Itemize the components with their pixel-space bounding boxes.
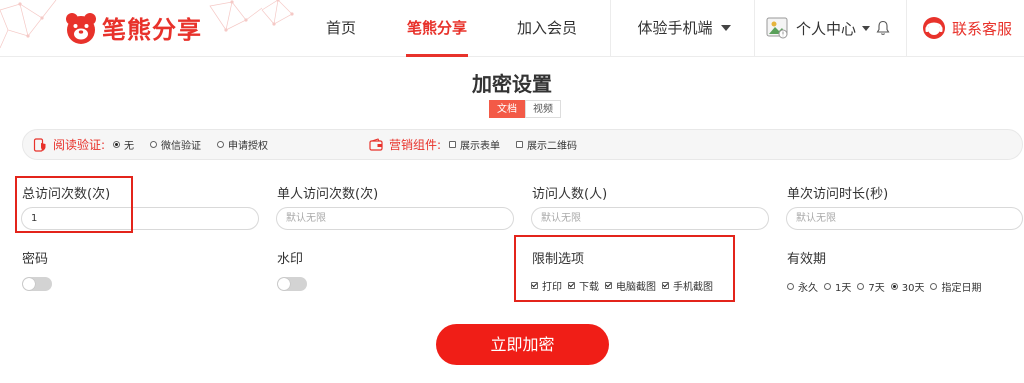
radio-button[interactable]	[930, 283, 938, 290]
verify-marketing-bar: 阅读验证: 无 微信验证 申请授权 营销组件: 展示表单 展示二维码	[22, 129, 1023, 160]
wallet-icon	[369, 137, 383, 151]
visitors-input[interactable]	[531, 207, 769, 230]
marketing-label: 营销组件:	[389, 138, 442, 152]
option-label: 微信验证	[161, 141, 202, 152]
password-toggle[interactable]	[22, 277, 52, 291]
option-label: 展示二维码	[527, 141, 578, 152]
password-label: 密码	[22, 252, 49, 267]
nav-mobile-label: 体验手机端	[637, 19, 713, 37]
visitors-label: 访问人数(人)	[532, 187, 608, 202]
site-logo[interactable]: 笔熊分享	[64, 10, 202, 45]
validity-7-days[interactable]: 7天	[857, 279, 885, 294]
duration-label: 单次访问时长(秒)	[787, 187, 889, 202]
headset-icon	[923, 17, 945, 39]
nav-home[interactable]: 首页	[318, 0, 364, 57]
single-visits-input[interactable]	[276, 207, 514, 230]
radio-button[interactable]	[824, 283, 831, 290]
chevron-down-icon	[862, 25, 871, 31]
single-visits-label: 单人访问次数(次)	[277, 187, 379, 202]
highlight-box	[514, 235, 735, 302]
watermark-toggle[interactable]	[277, 277, 307, 291]
validity-options: 永久 1天 7天 30天 指定日期	[787, 279, 987, 294]
bell-icon[interactable]	[876, 20, 890, 36]
verify-option-wechat[interactable]: 微信验证	[150, 137, 201, 152]
marketing-option-form[interactable]: 展示表单	[449, 137, 500, 152]
radio-button[interactable]	[150, 141, 158, 148]
radio-button[interactable]	[857, 283, 865, 290]
read-verify-group: 阅读验证: 无 微信验证 申请授权	[33, 130, 284, 159]
tab-document[interactable]: 文档	[489, 100, 525, 118]
contact-service-link[interactable]: 联系客服	[922, 14, 1012, 42]
validity-label: 有效期	[787, 252, 827, 267]
verify-option-none[interactable]: 无	[113, 137, 134, 152]
option-label: 7天	[868, 283, 885, 294]
duration-input[interactable]	[786, 207, 1023, 230]
marketing-group: 营销组件: 展示表单 展示二维码	[369, 130, 593, 159]
bear-logo-icon	[66, 12, 96, 44]
nav-mobile-dropdown[interactable]: 体验手机端	[636, 0, 732, 57]
radio-button[interactable]	[787, 283, 794, 290]
validity-custom-date[interactable]: 指定日期	[930, 279, 981, 294]
user-center-label: 个人中心	[796, 19, 857, 38]
watermark-label: 水印	[277, 252, 304, 267]
tab-video[interactable]: 视频	[525, 100, 561, 118]
encrypt-now-button[interactable]: 立即加密	[436, 324, 609, 365]
radio-button[interactable]	[890, 283, 898, 290]
user-center-menu[interactable]: 个人中心	[766, 14, 890, 42]
chevron-down-icon	[720, 25, 731, 31]
content-type-tabs: 文档 视频	[489, 100, 561, 118]
user-avatar-icon	[766, 17, 788, 39]
nav-divider	[754, 0, 755, 57]
verify-option-apply[interactable]: 申请授权	[217, 137, 268, 152]
option-label: 申请授权	[228, 141, 269, 152]
nav-join-member[interactable]: 加入会员	[515, 0, 579, 57]
option-label: 1天	[835, 283, 852, 294]
phone-shield-icon	[33, 137, 46, 152]
option-label: 指定日期	[941, 283, 982, 294]
page-title: 加密设置	[472, 72, 552, 96]
top-header: 笔熊分享 首页 笔熊分享 加入会员 体验手机端 个人中心 联系客服	[0, 0, 1024, 57]
option-label: 无	[124, 141, 135, 152]
radio-button[interactable]	[113, 141, 121, 148]
option-label: 展示表单	[460, 141, 501, 152]
nav-bixiong-share[interactable]: 笔熊分享	[406, 0, 468, 57]
logo-text: 笔熊分享	[102, 16, 202, 44]
validity-30-days[interactable]: 30天	[890, 279, 925, 294]
option-label: 永久	[798, 283, 818, 294]
option-label: 30天	[901, 283, 925, 294]
checkbox[interactable]	[516, 141, 524, 148]
nav-divider	[610, 0, 611, 57]
highlight-box	[15, 176, 133, 233]
checkbox[interactable]	[449, 141, 457, 148]
contact-service-label: 联系客服	[952, 19, 1013, 38]
nav-divider	[906, 0, 907, 57]
marketing-option-qrcode[interactable]: 展示二维码	[516, 137, 577, 152]
validity-1-day[interactable]: 1天	[824, 279, 851, 294]
validity-forever[interactable]: 永久	[787, 279, 818, 294]
read-verify-label: 阅读验证:	[53, 138, 106, 152]
radio-button[interactable]	[217, 141, 225, 148]
